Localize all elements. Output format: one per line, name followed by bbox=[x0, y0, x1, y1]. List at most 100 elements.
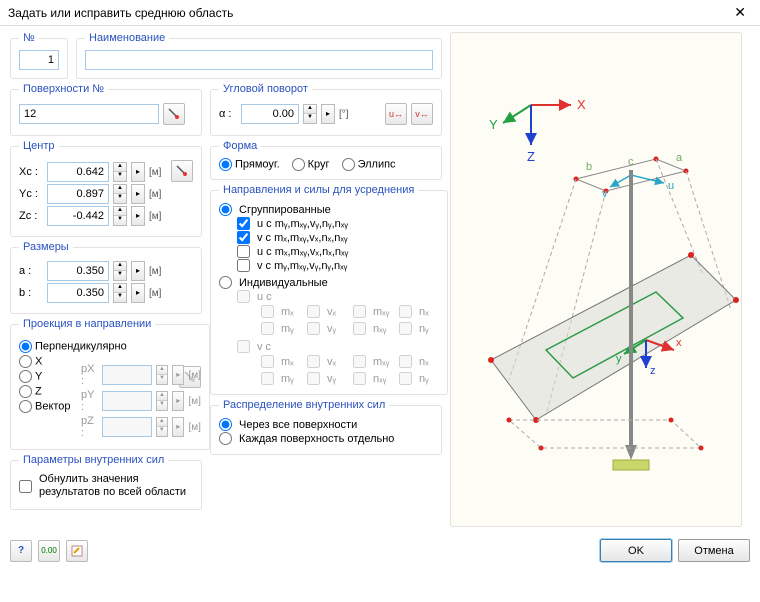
xc-spin[interactable]: ▲▼ bbox=[113, 162, 127, 182]
xc-label: Xc : bbox=[19, 166, 43, 178]
align-v-icon[interactable]: v↔ bbox=[411, 103, 433, 125]
title-bar: Задать или исправить среднюю область ✕ bbox=[0, 0, 760, 26]
yc-input[interactable] bbox=[47, 184, 109, 204]
uvy-check: vᵧ bbox=[307, 322, 347, 335]
svg-text:Y: Y bbox=[489, 117, 498, 132]
px-label: pX : bbox=[81, 363, 98, 387]
pz-label: pZ : bbox=[81, 415, 98, 439]
uvx-check: vₓ bbox=[307, 305, 347, 318]
pick-center-icon[interactable] bbox=[171, 160, 193, 182]
ok-button[interactable]: OK bbox=[600, 539, 672, 562]
alpha-step[interactable]: ▸ bbox=[321, 104, 335, 124]
vmxy-check: mₓᵧ bbox=[353, 355, 393, 368]
vmx-check: mₓ bbox=[261, 355, 301, 368]
alpha-input[interactable] bbox=[241, 104, 299, 124]
alpha-unit: [°] bbox=[339, 109, 349, 120]
vnxy-check: nₓᵧ bbox=[353, 372, 393, 385]
uny-check: nᵧ bbox=[399, 322, 439, 335]
b-unit: [м] bbox=[149, 288, 161, 299]
yc-unit: [м] bbox=[149, 189, 161, 200]
pz-input bbox=[102, 417, 152, 437]
number-input[interactable] bbox=[19, 50, 59, 70]
a-input[interactable] bbox=[47, 261, 109, 281]
b-input[interactable] bbox=[47, 283, 109, 303]
align-u-icon[interactable]: u↔ bbox=[385, 103, 407, 125]
svg-text:Z: Z bbox=[527, 149, 535, 164]
uc-check: u с bbox=[237, 290, 439, 303]
a-spin[interactable]: ▲▼ bbox=[113, 261, 127, 281]
rotation-legend: Угловой поворот bbox=[219, 83, 312, 95]
shape-circle[interactable]: Круг bbox=[292, 158, 330, 171]
internal-legend: Параметры внутренних сил bbox=[19, 454, 168, 466]
xc-unit: [м] bbox=[149, 167, 161, 178]
xc-step[interactable]: ▸ bbox=[131, 162, 145, 182]
py-spin: ▲▼ bbox=[156, 391, 168, 411]
py-input bbox=[102, 391, 152, 411]
g2-check[interactable]: v с mₓ,mₓᵧ,vₓ,nₓ,nₓᵧ bbox=[237, 231, 439, 244]
xc-input[interactable] bbox=[47, 162, 109, 182]
dist-each[interactable]: Каждая поверхность отдельно bbox=[219, 432, 433, 445]
distribution-legend: Распределение внутренних сил bbox=[219, 399, 389, 411]
surfaces-input[interactable] bbox=[19, 104, 159, 124]
vvy-check: vᵧ bbox=[307, 372, 347, 385]
umx-check: mₓ bbox=[261, 305, 301, 318]
b-spin[interactable]: ▲▼ bbox=[113, 283, 127, 303]
edit-icon[interactable] bbox=[66, 540, 88, 562]
zc-input[interactable] bbox=[47, 206, 109, 226]
vc-check: v с bbox=[237, 340, 439, 353]
vmy-check: mᵧ bbox=[261, 372, 301, 385]
svg-text:z: z bbox=[650, 365, 656, 377]
dirforces-legend: Направления и силы для усреднения bbox=[219, 184, 418, 196]
unx-check: nₓ bbox=[399, 305, 439, 318]
alpha-spin[interactable]: ▲▼ bbox=[303, 104, 317, 124]
umy-check: mᵧ bbox=[261, 322, 301, 335]
yc-spin[interactable]: ▲▼ bbox=[113, 184, 127, 204]
yc-label: Yc : bbox=[19, 188, 43, 200]
g1-check[interactable]: u с mᵧ,mₓᵧ,vᵧ,nᵧ,nₓᵧ bbox=[237, 217, 439, 230]
individual-radio[interactable]: Индивидуальные bbox=[219, 276, 439, 289]
b-label: b : bbox=[19, 287, 43, 299]
vny-check: nᵧ bbox=[399, 372, 439, 385]
svg-text:y: y bbox=[616, 353, 622, 365]
zc-step[interactable]: ▸ bbox=[131, 206, 145, 226]
yc-step[interactable]: ▸ bbox=[131, 184, 145, 204]
dims-legend: Размеры bbox=[19, 241, 73, 253]
shape-ellipse[interactable]: Эллипс bbox=[342, 158, 396, 171]
vvx-check: vₓ bbox=[307, 355, 347, 368]
shape-legend: Форма bbox=[219, 140, 261, 152]
alpha-label: α : bbox=[219, 108, 237, 120]
window-title: Задать или исправить среднюю область bbox=[8, 6, 233, 20]
dist-all[interactable]: Через все поверхности bbox=[219, 418, 433, 431]
shape-rect[interactable]: Прямоуг. bbox=[219, 158, 280, 171]
name-legend: Наименование bbox=[85, 32, 169, 44]
zero-checkbox[interactable]: Обнулить значения результатов по всей об… bbox=[19, 473, 193, 499]
zc-spin[interactable]: ▲▼ bbox=[113, 206, 127, 226]
name-input[interactable] bbox=[85, 50, 433, 70]
center-legend: Центр bbox=[19, 140, 59, 152]
svg-text:a: a bbox=[676, 152, 683, 164]
py-label: pY : bbox=[81, 389, 98, 413]
grouped-radio[interactable]: Сгруппированные bbox=[219, 203, 439, 216]
pz-spin: ▲▼ bbox=[156, 417, 168, 437]
cancel-button[interactable]: Отмена bbox=[678, 539, 750, 562]
close-icon[interactable]: ✕ bbox=[728, 2, 752, 23]
pz-step: ▸ bbox=[172, 417, 184, 437]
svg-text:u: u bbox=[668, 180, 674, 192]
b-step[interactable]: ▸ bbox=[131, 283, 145, 303]
unxy-check: nₓᵧ bbox=[353, 322, 393, 335]
zc-unit: [м] bbox=[149, 211, 161, 222]
svg-text:c: c bbox=[628, 156, 634, 168]
zc-label: Zc : bbox=[19, 210, 43, 222]
help-icon[interactable]: ? bbox=[10, 540, 32, 562]
g3-check[interactable]: u с mₓ,mₓᵧ,vₓ,nₓ,nₓᵧ bbox=[237, 245, 439, 258]
pick-surface-icon[interactable] bbox=[163, 103, 185, 125]
px-step: ▸ bbox=[172, 365, 184, 385]
proj-perp[interactable]: Перпендикулярно bbox=[19, 340, 175, 353]
umxy-check: mₓᵧ bbox=[353, 305, 393, 318]
a-step[interactable]: ▸ bbox=[131, 261, 145, 281]
svg-text:b: b bbox=[586, 161, 592, 173]
preview-diagram: X Y Z b c a u v bbox=[451, 50, 741, 510]
py-step: ▸ bbox=[172, 391, 184, 411]
g4-check[interactable]: v с mᵧ,mₓᵧ,vᵧ,nᵧ,nₓᵧ bbox=[237, 259, 439, 272]
defaults-icon[interactable]: 0.00 bbox=[38, 540, 60, 562]
